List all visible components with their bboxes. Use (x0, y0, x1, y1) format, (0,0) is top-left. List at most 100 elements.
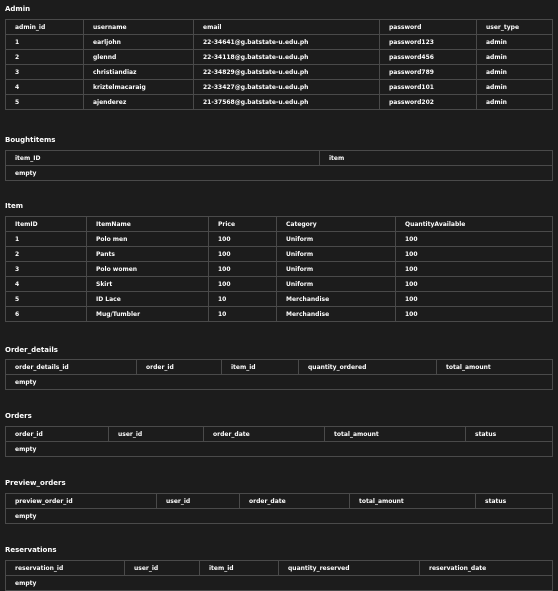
table-cell: 4 (5, 276, 87, 292)
column-header: user_type (476, 19, 553, 35)
table-cell: admin (476, 64, 553, 80)
column-header: order_date (203, 426, 325, 442)
column-header: total_amount (324, 426, 466, 442)
table-cell: 100 (208, 246, 277, 262)
column-header: item_ID (5, 150, 320, 166)
table-cell: christiandiaz (83, 64, 194, 80)
table-cell: 22-33427@g.batstate-u.edu.ph (193, 79, 380, 95)
table-cell: 5 (5, 291, 87, 307)
column-header: preview_order_id (5, 493, 157, 509)
table-cell: 100 (208, 261, 277, 277)
empty-row: empty (5, 508, 553, 524)
table-cell: 1 (5, 231, 87, 247)
column-header: user_id (108, 426, 204, 442)
column-header: Price (208, 216, 277, 232)
column-header: order_details_id (5, 359, 137, 375)
column-header: email (193, 19, 380, 35)
table-cell: 100 (395, 261, 553, 277)
empty-indicator: empty (5, 374, 553, 390)
table-cell: ID Lace (86, 291, 209, 307)
table-cell: 100 (395, 246, 553, 262)
table-cell: 1 (5, 34, 84, 50)
table-cell: password202 (379, 94, 477, 110)
table-row: 4 Skirt 100 Uniform 100 (5, 276, 553, 292)
boughtitems-section: Boughtitems item_ID item empty (5, 131, 553, 181)
empty-row: empty (5, 374, 553, 390)
table-cell: 21-37568@g.batstate-u.edu.ph (193, 94, 380, 110)
empty-indicator: empty (5, 575, 553, 591)
item-header-row: ItemID ItemName Price Category QuantityA… (5, 216, 553, 232)
database-view: Admin admin_id username email password u… (0, 0, 558, 591)
table-row: 3 christiandiaz 22-34829@g.batstate-u.ed… (5, 64, 553, 80)
empty-indicator: empty (5, 165, 553, 181)
column-header: ItemID (5, 216, 87, 232)
column-header: user_id (156, 493, 240, 509)
table-cell: Skirt (86, 276, 209, 292)
empty-indicator: empty (5, 508, 553, 524)
table-cell: admin (476, 49, 553, 65)
table-row: 4 kriztelmacaraig 22-33427@g.batstate-u.… (5, 79, 553, 95)
orders-table-title: Orders (5, 412, 32, 420)
empty-indicator: empty (5, 441, 553, 457)
table-row: 6 Mug/Tumbler 10 Merchandise 100 (5, 306, 553, 322)
table-cell: 3 (5, 64, 84, 80)
admin-table: admin_id username email password user_ty… (5, 19, 553, 110)
order-details-table-title: Order_details (5, 346, 58, 354)
table-cell: admin (476, 94, 553, 110)
admin-section: Admin admin_id username email password u… (5, 0, 553, 110)
boughtitems-table: item_ID item empty (5, 150, 553, 181)
table-row: 2 Pants 100 Uniform 100 (5, 246, 553, 262)
column-header: total_amount (436, 359, 553, 375)
column-header: ItemName (86, 216, 209, 232)
table-cell: password123 (379, 34, 477, 50)
table-cell: kriztelmacaraig (83, 79, 194, 95)
preview-orders-header-row: preview_order_id user_id order_date tota… (5, 493, 553, 509)
table-cell: 100 (395, 231, 553, 247)
table-cell: glennd (83, 49, 194, 65)
table-cell: 100 (208, 276, 277, 292)
orders-table: order_id user_id order_date total_amount… (5, 426, 553, 457)
table-row: 1 Polo men 100 Uniform 100 (5, 231, 553, 247)
column-header: item_id (199, 560, 279, 576)
table-cell: 4 (5, 79, 84, 95)
item-section: Item ItemID ItemName Price Category Quan… (5, 197, 553, 322)
table-row: 3 Polo women 100 Uniform 100 (5, 261, 553, 277)
item-table-title: Item (5, 202, 23, 210)
column-header: reservation_date (419, 560, 553, 576)
column-header: item (319, 150, 553, 166)
column-header: user_id (124, 560, 200, 576)
preview-orders-table-title: Preview_orders (5, 479, 66, 487)
order-details-header-row: order_details_id order_id item_id quanti… (5, 359, 553, 375)
table-cell: admin (476, 79, 553, 95)
column-header: password (379, 19, 477, 35)
table-cell: Uniform (276, 276, 396, 292)
table-cell: password789 (379, 64, 477, 80)
table-cell: 22-34641@g.batstate-u.edu.ph (193, 34, 380, 50)
table-cell: Merchandise (276, 306, 396, 322)
table-cell: Polo women (86, 261, 209, 277)
table-cell: 2 (5, 49, 84, 65)
table-cell: admin (476, 34, 553, 50)
table-cell: earljohn (83, 34, 194, 50)
preview-orders-section: Preview_orders preview_order_id user_id … (5, 474, 553, 524)
order-details-section: Order_details order_details_id order_id … (5, 341, 553, 390)
table-cell: 100 (395, 306, 553, 322)
admin-table-title: Admin (5, 5, 31, 13)
column-header: admin_id (5, 19, 84, 35)
reservations-table: reservation_id user_id item_id quantity_… (5, 560, 553, 591)
table-cell: Uniform (276, 261, 396, 277)
column-header: order_id (136, 359, 222, 375)
column-header: username (83, 19, 194, 35)
reservations-section: Reservations reservation_id user_id item… (5, 541, 553, 591)
item-table: ItemID ItemName Price Category QuantityA… (5, 216, 553, 322)
empty-row: empty (5, 165, 553, 181)
reservations-table-title: Reservations (5, 546, 57, 554)
table-cell: 5 (5, 94, 84, 110)
table-cell: 3 (5, 261, 87, 277)
table-cell: 6 (5, 306, 87, 322)
table-row: 5 ajenderez 21-37568@g.batstate-u.edu.ph… (5, 94, 553, 110)
column-header: status (475, 493, 553, 509)
reservations-header-row: reservation_id user_id item_id quantity_… (5, 560, 553, 576)
orders-header-row: order_id user_id order_date total_amount… (5, 426, 553, 442)
column-header: reservation_id (5, 560, 125, 576)
